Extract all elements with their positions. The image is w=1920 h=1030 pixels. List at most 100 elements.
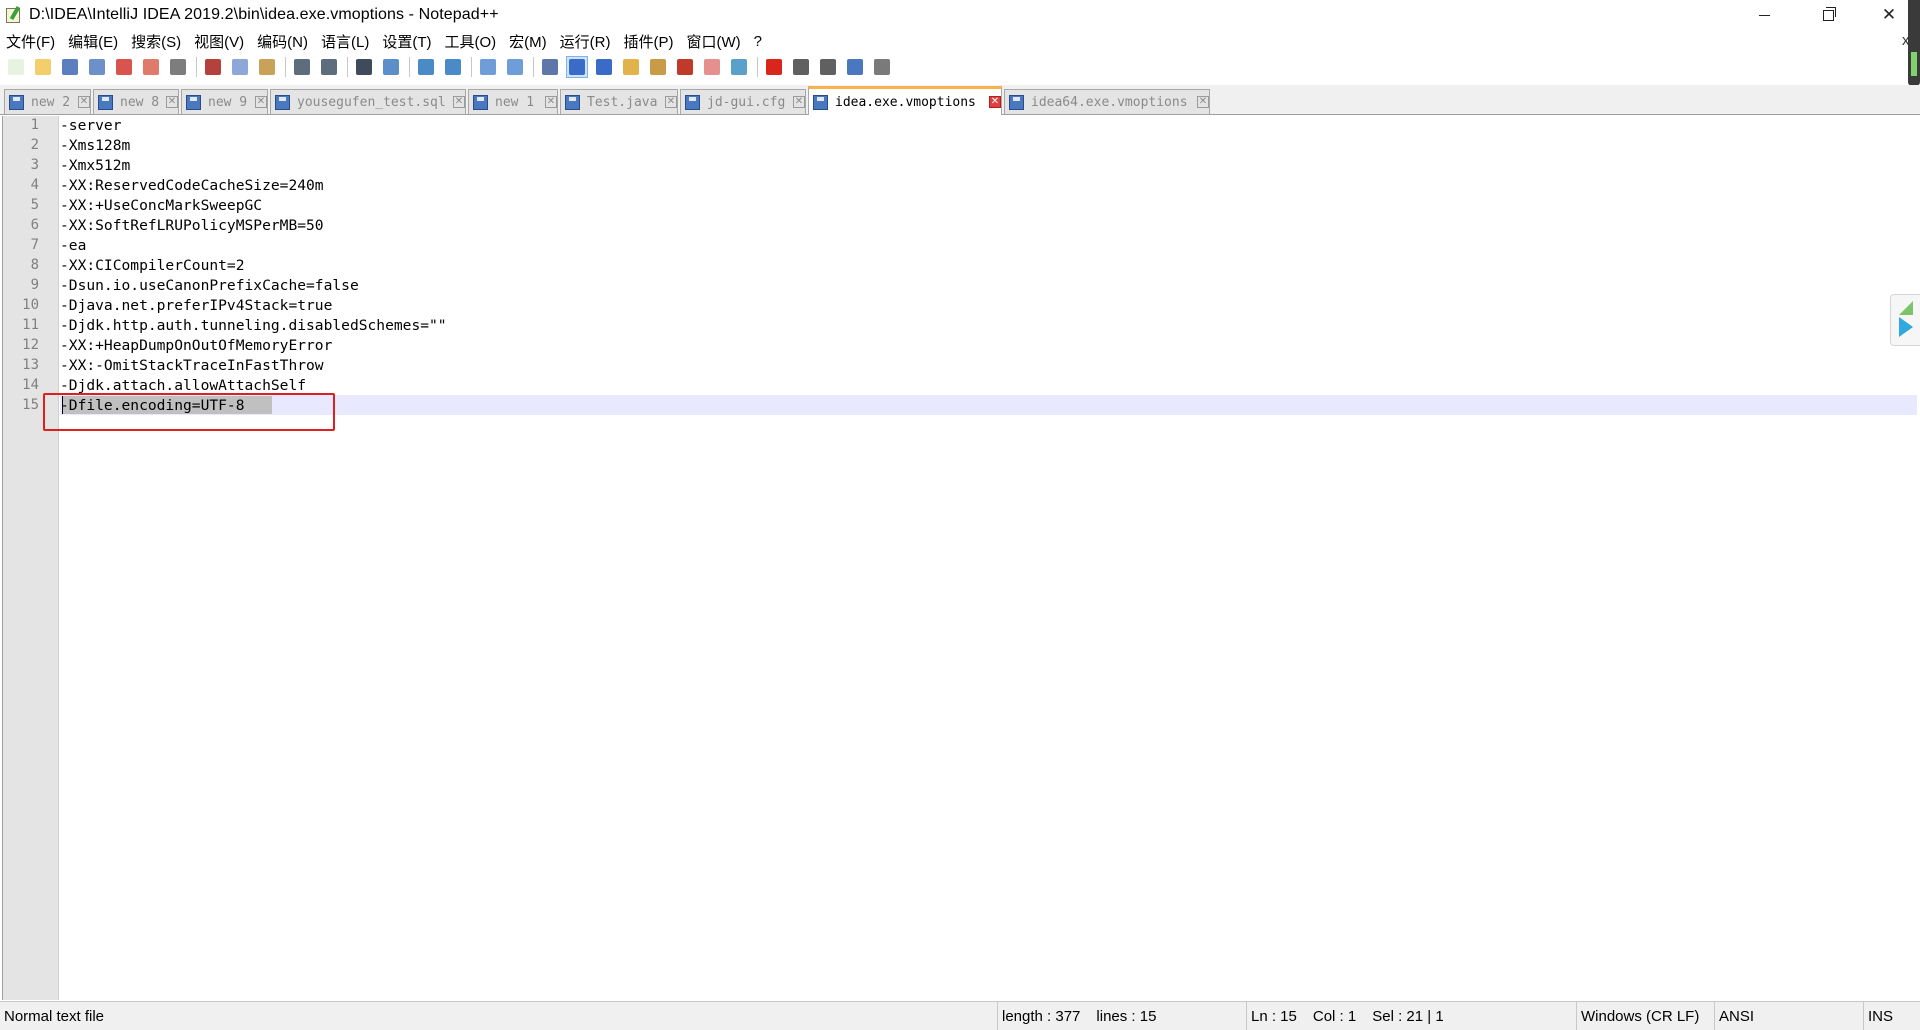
tab-1[interactable]: new 8 ✕ bbox=[93, 89, 179, 114]
floating-assistant-icon[interactable] bbox=[1890, 294, 1920, 346]
tab-label: yousegufen_test.sql bbox=[297, 94, 446, 110]
tab-6[interactable]: jd-gui.cfg ✕ bbox=[680, 89, 806, 114]
menu-item-7[interactable]: 工具(O) bbox=[444, 31, 496, 52]
tab-2[interactable]: new 9 ✕ bbox=[181, 89, 268, 114]
code-line[interactable]: -Xms128m bbox=[60, 137, 130, 154]
tab-7[interactable]: idea.exe.vmoptions ✕ bbox=[808, 86, 1002, 115]
tab-close-icon[interactable]: ✕ bbox=[453, 96, 465, 108]
menu-item-2[interactable]: 搜索(S) bbox=[131, 31, 181, 52]
tab-close-icon[interactable]: ✕ bbox=[255, 96, 267, 108]
sync-vertical-button[interactable] bbox=[477, 56, 499, 78]
status-mode: INS bbox=[1863, 1002, 1920, 1030]
save-button[interactable] bbox=[59, 56, 81, 78]
code-line[interactable]: -XX:-OmitStackTraceInFastThrow bbox=[60, 357, 324, 374]
toolbar-separator bbox=[285, 57, 286, 77]
play-macro-button[interactable] bbox=[817, 56, 839, 78]
code-line[interactable]: -Djdk.attach.allowAttachSelf bbox=[60, 377, 306, 394]
tab-label: new 2 bbox=[31, 94, 71, 110]
code-line[interactable]: -XX:CICompilerCount=2 bbox=[60, 257, 245, 274]
menu-item-4[interactable]: 编码(N) bbox=[257, 31, 308, 52]
code-line[interactable]: -Xmx512m bbox=[60, 157, 130, 174]
tab-label: new 1 bbox=[495, 94, 535, 110]
code-line[interactable]: -XX:+HeapDumpOnOutOfMemoryError bbox=[60, 337, 332, 354]
menu-item-3[interactable]: 视图(V) bbox=[194, 31, 244, 52]
tab-0[interactable]: new 2 ✕ bbox=[4, 89, 91, 114]
menu-item-9[interactable]: 运行(R) bbox=[560, 31, 611, 52]
line-number: 14 bbox=[22, 377, 39, 393]
replace-button[interactable] bbox=[380, 56, 402, 78]
tab-close-icon[interactable]: ✕ bbox=[665, 96, 677, 108]
tab-close-icon[interactable]: ✕ bbox=[166, 96, 178, 108]
save-macro-icon bbox=[874, 59, 890, 75]
code-line[interactable]: -Dsun.io.useCanonPrefixCache=false bbox=[60, 277, 359, 294]
udl-button[interactable] bbox=[620, 56, 642, 78]
copy-button[interactable] bbox=[229, 56, 251, 78]
redo-button[interactable] bbox=[318, 56, 340, 78]
code-line[interactable]: -XX:ReservedCodeCacheSize=240m bbox=[60, 177, 324, 194]
redo-icon bbox=[321, 59, 337, 75]
monitoring-button[interactable] bbox=[728, 56, 750, 78]
menu-item-10[interactable]: 插件(P) bbox=[623, 31, 673, 52]
zoom-in-button[interactable] bbox=[415, 56, 437, 78]
menu-item-8[interactable]: 宏(M) bbox=[509, 31, 547, 52]
close-file-button[interactable] bbox=[113, 56, 135, 78]
function-list-icon bbox=[677, 59, 693, 75]
toolbar-separator bbox=[533, 57, 534, 77]
status-eol: Windows (CR LF) bbox=[1576, 1002, 1713, 1030]
minimize-button[interactable] bbox=[1741, 0, 1787, 30]
paste-button[interactable] bbox=[256, 56, 278, 78]
undo-button[interactable] bbox=[291, 56, 313, 78]
menu-close-document-button[interactable]: x bbox=[1902, 32, 1910, 49]
close-all-icon bbox=[143, 59, 159, 75]
save-all-button[interactable] bbox=[86, 56, 108, 78]
tab-8[interactable]: idea64.exe.vmoptions ✕ bbox=[1004, 89, 1210, 114]
folder-workspace-button[interactable] bbox=[701, 56, 723, 78]
udl-icon bbox=[623, 59, 639, 75]
menu-item-11[interactable]: 窗口(W) bbox=[686, 31, 740, 52]
tab-close-icon[interactable]: ✕ bbox=[989, 96, 1001, 108]
save-state-icon bbox=[98, 94, 113, 110]
word-wrap-button[interactable] bbox=[539, 56, 561, 78]
print-button[interactable] bbox=[167, 56, 189, 78]
menu-item-0[interactable]: 文件(F) bbox=[6, 31, 55, 52]
tab-close-icon[interactable]: ✕ bbox=[1197, 96, 1209, 108]
menu-item-1[interactable]: 编辑(E) bbox=[68, 31, 118, 52]
zoom-out-button[interactable] bbox=[442, 56, 464, 78]
save-macro-button[interactable] bbox=[871, 56, 893, 78]
menu-item-6[interactable]: 设置(T) bbox=[382, 31, 431, 52]
code-line[interactable]: -ea bbox=[60, 237, 86, 254]
code-line[interactable]: -XX:SoftRefLRUPolicyMSPerMB=50 bbox=[60, 217, 324, 234]
indent-guide-button[interactable] bbox=[593, 56, 615, 78]
tab-3[interactable]: yousegufen_test.sql ✕ bbox=[270, 89, 466, 114]
tab-4[interactable]: new 1 ✕ bbox=[468, 89, 558, 114]
doc-map-button[interactable] bbox=[647, 56, 669, 78]
menu-item-5[interactable]: 语言(L) bbox=[321, 31, 369, 52]
window-title: D:\IDEA\IntelliJ IDEA 2019.2\bin\idea.ex… bbox=[29, 6, 499, 23]
function-list-button[interactable] bbox=[674, 56, 696, 78]
close-window-button[interactable]: ✕ bbox=[1866, 0, 1912, 30]
menu-item-12[interactable]: ? bbox=[754, 33, 762, 50]
tab-close-icon[interactable]: ✕ bbox=[793, 96, 805, 108]
tab-label: jd-gui.cfg bbox=[707, 94, 786, 110]
tab-close-icon[interactable]: ✕ bbox=[78, 96, 90, 108]
cut-button[interactable] bbox=[202, 56, 224, 78]
tab-close-icon[interactable]: ✕ bbox=[545, 96, 557, 108]
editor[interactable]: 1 2 3 4 5 6 7 8 9 10 11 12 13 14 15 -server -Xms128m -Xm… bbox=[2, 116, 1917, 1000]
new-file-button[interactable] bbox=[5, 56, 27, 78]
find-button[interactable] bbox=[353, 56, 375, 78]
code-line[interactable]: -Djava.net.preferIPv4Stack=true bbox=[60, 297, 332, 314]
run-macro-multiple-button[interactable] bbox=[844, 56, 866, 78]
close-all-button[interactable] bbox=[140, 56, 162, 78]
tab-5[interactable]: Test.java ✕ bbox=[560, 89, 678, 114]
open-file-button[interactable] bbox=[32, 56, 54, 78]
new-file-icon bbox=[8, 59, 24, 75]
sync-horizontal-button[interactable] bbox=[504, 56, 526, 78]
show-all-chars-button[interactable] bbox=[566, 56, 588, 78]
record-macro-button[interactable] bbox=[763, 56, 785, 78]
code-line[interactable]: -server bbox=[60, 117, 122, 134]
stop-macro-button[interactable] bbox=[790, 56, 812, 78]
code-line[interactable]: -Djdk.http.auth.tunneling.disabledScheme… bbox=[60, 317, 447, 334]
restore-button[interactable] bbox=[1805, 0, 1851, 30]
zoom-in-icon bbox=[418, 59, 434, 75]
code-line[interactable]: -XX:+UseConcMarkSweepGC bbox=[60, 197, 262, 214]
